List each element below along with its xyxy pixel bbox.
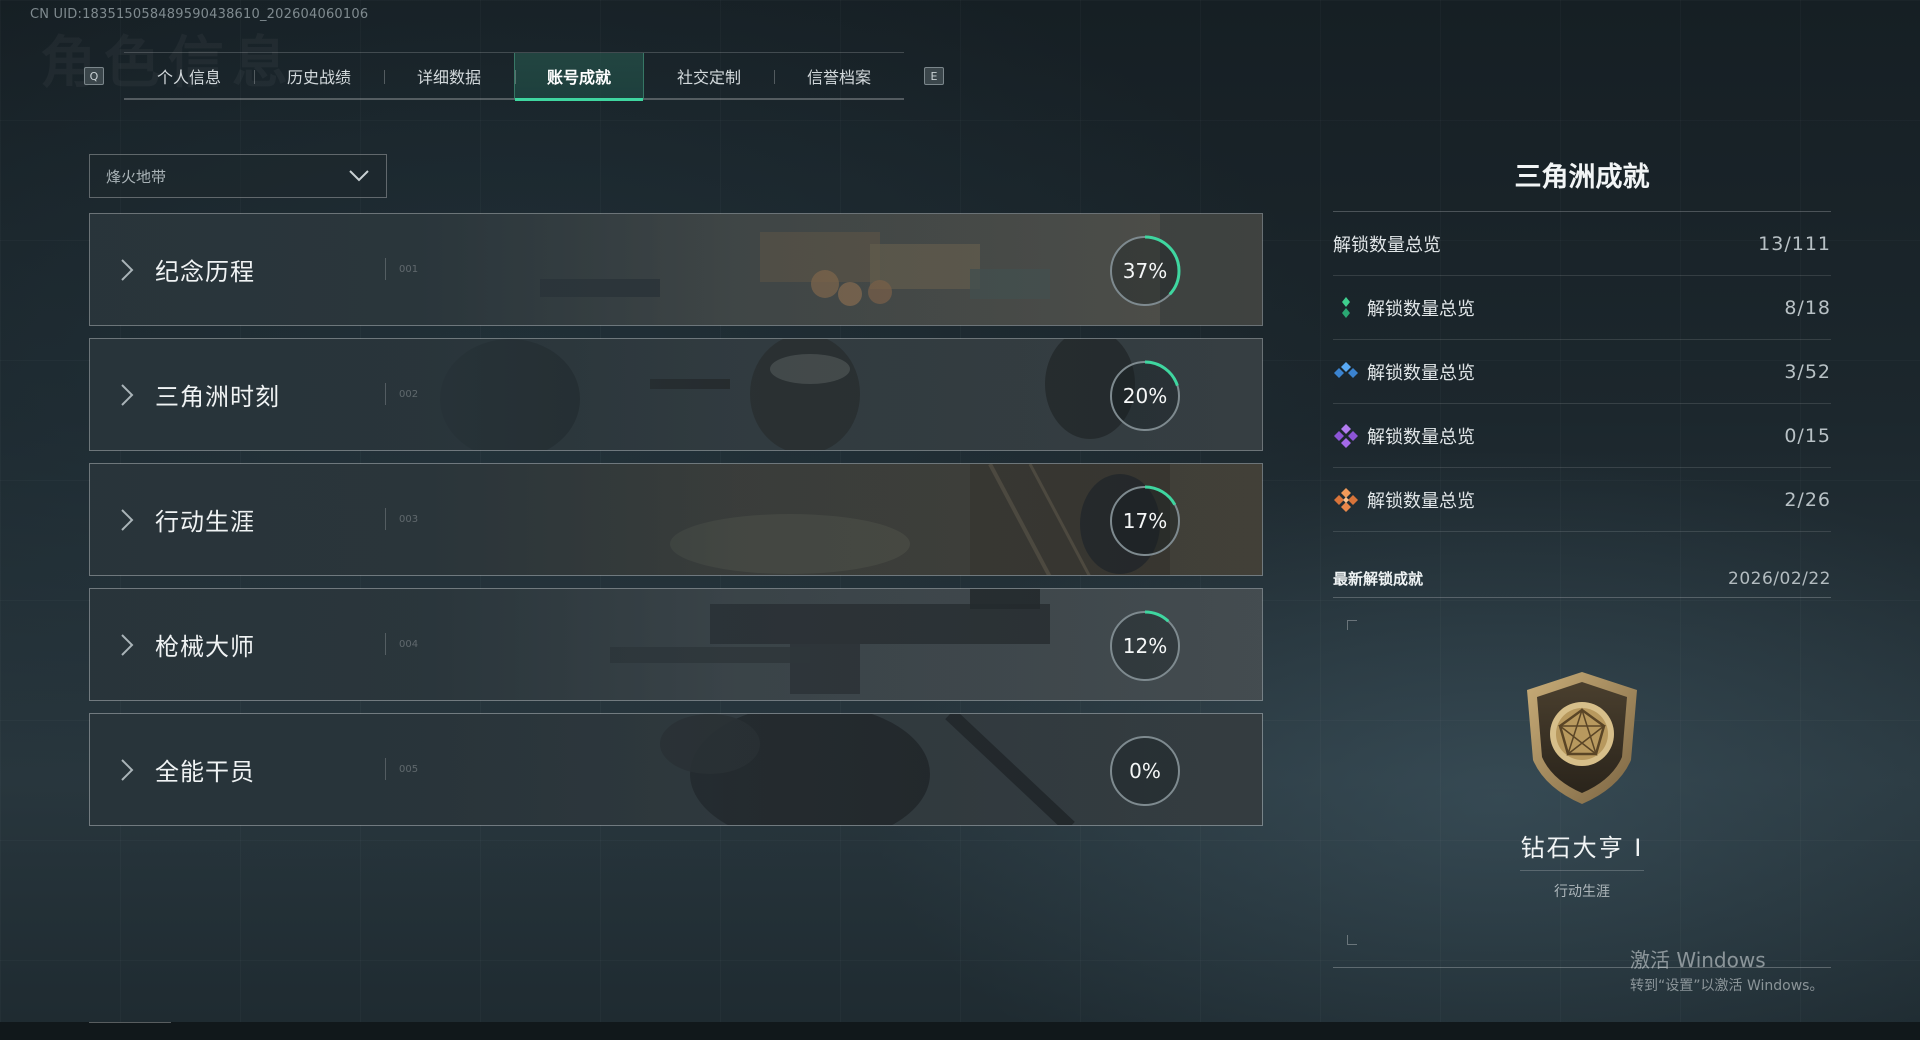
orange-gem-icon [1334,487,1358,512]
category-title: 枪械大师 [155,633,255,661]
stat-value: 3/52 [1784,360,1831,383]
card-gradient-overlay [90,714,1262,825]
chevron-right-icon [112,252,142,288]
category-index: 003 [399,514,419,525]
diamond-shield-badge-icon [1527,672,1637,804]
category-index: 004 [399,639,419,650]
chevron-right-icon [112,627,142,663]
tab-history-record[interactable]: 历史战绩 [254,53,384,99]
stat-value: 13/111 [1758,232,1831,255]
achievement-category-list: 纪念历程 001 37% 三角洲时刻 002 20% 行动生涯 003 17% … [89,213,1263,838]
divider [385,633,386,655]
stat-value: 2/26 [1784,488,1831,511]
category-title: 行动生涯 [155,508,255,536]
chevron-right-icon [112,377,142,413]
category-index: 005 [399,764,419,775]
watermark-line2: 转到“设置”以激活 Windows。 [1630,978,1824,994]
category-index: 001 [399,264,419,275]
card-gradient-overlay [90,214,1262,325]
tier-unlock-row: 解锁数量总览 0/15 [1333,404,1831,468]
divider [385,758,386,780]
category-title: 纪念历程 [155,258,255,286]
stat-label: 解锁数量总览 [1367,298,1475,320]
latest-achievement-header: 最新解锁成就 2026/02/22 [1333,566,1831,598]
divider [385,383,386,405]
game-mode-dropdown[interactable]: 烽火地带 [89,154,387,198]
category-title: 全能干员 [155,758,255,786]
category-card[interactable]: 全能干员 005 0% [89,713,1263,826]
progress-percent: 12% [1122,634,1168,658]
stat-label: 解锁数量总览 [1367,426,1475,448]
blue-gem-icon [1334,361,1358,378]
watermark-line1: 激活 Windows [1630,948,1766,972]
achievement-name: 钻石大亨 I [1520,834,1644,862]
screen: 角色信息 CN UID:1835150584895904386​10_20260… [0,0,1920,1040]
progress-percent: 17% [1122,509,1168,533]
achievement-summary-panel: 三角洲成就 解锁数量总览 13/111 解锁数量总览 8/18 解锁数量总览 3… [1333,160,1831,968]
windows-activation-watermark: 激活 Windows 转到“设置”以激活 Windows。 [1630,944,1823,995]
next-tab-key-hint[interactable]: E [924,67,944,85]
latest-date: 2026/02/22 [1728,568,1831,589]
progress-percent: 0% [1129,759,1161,783]
green-gem-icon [1342,296,1350,318]
tab-bar: Q 个人信息 历史战绩 详细数据 账号成就 社交定制 信誉档案 E [84,52,944,101]
category-card[interactable]: 行动生涯 003 17% [89,463,1263,576]
progress-ring: 37% [1108,234,1182,308]
tier-unlock-row: 解锁数量总览 8/18 [1333,276,1831,340]
progress-percent: 20% [1122,384,1168,408]
tab-detailed-data[interactable]: 详细数据 [384,53,514,99]
tier-unlock-row: 解锁数量总览 3/52 [1333,340,1831,404]
stat-label: 解锁数量总览 [1333,234,1441,256]
uid-label: CN UID:1835150584895904386​10_2026040601… [30,7,369,22]
prev-tab-key-hint[interactable]: Q [84,67,104,85]
category-card[interactable]: 枪械大师 004 12% [89,588,1263,701]
tier-unlock-row: 解锁数量总览 2/26 [1333,468,1831,532]
stat-value: 8/18 [1784,296,1831,319]
category-card[interactable]: 纪念历程 001 37% [89,213,1263,326]
progress-ring: 0% [1108,734,1182,808]
corner-decoration [1347,620,1357,630]
card-gradient-overlay [90,464,1262,575]
tab-reputation-file[interactable]: 信誉档案 [774,53,904,99]
stat-label: 解锁数量总览 [1367,362,1475,384]
category-index: 002 [399,389,419,400]
divider [385,258,386,280]
progress-ring: 17% [1108,484,1182,558]
progress-ring: 20% [1108,359,1182,433]
category-title: 三角洲时刻 [155,383,280,411]
category-card[interactable]: 三角洲时刻 002 20% [89,338,1263,451]
tabs: 个人信息 历史战绩 详细数据 账号成就 社交定制 信誉档案 [124,52,904,101]
divider [385,508,386,530]
stat-value: 0/15 [1784,424,1831,447]
panel-title: 三角洲成就 [1333,160,1831,212]
bottom-tab-hint [89,1022,171,1026]
divider [1520,870,1644,871]
total-unlock-row: 解锁数量总览 13/111 [1333,212,1831,276]
tab-social-custom[interactable]: 社交定制 [644,53,774,99]
achievement-category: 行动生涯 [1554,884,1610,900]
chevron-right-icon [112,502,142,538]
card-gradient-overlay [90,589,1262,700]
tab-account-achievements[interactable]: 账号成就 [514,53,644,101]
game-mode-value: 烽火地带 [106,167,167,186]
latest-achievement-card[interactable]: 钻石大亨 I 行动生涯 [1333,598,1831,968]
chevron-down-icon [349,170,369,182]
stat-label: 解锁数量总览 [1367,490,1475,512]
latest-heading: 最新解锁成就 [1333,570,1424,588]
progress-percent: 37% [1122,259,1168,283]
tab-personal-info[interactable]: 个人信息 [124,53,254,99]
chevron-right-icon [112,752,142,788]
corner-decoration [1347,935,1357,945]
bottom-bar [0,1022,1920,1040]
purple-gem-icon [1334,423,1358,448]
progress-ring: 12% [1108,609,1182,683]
